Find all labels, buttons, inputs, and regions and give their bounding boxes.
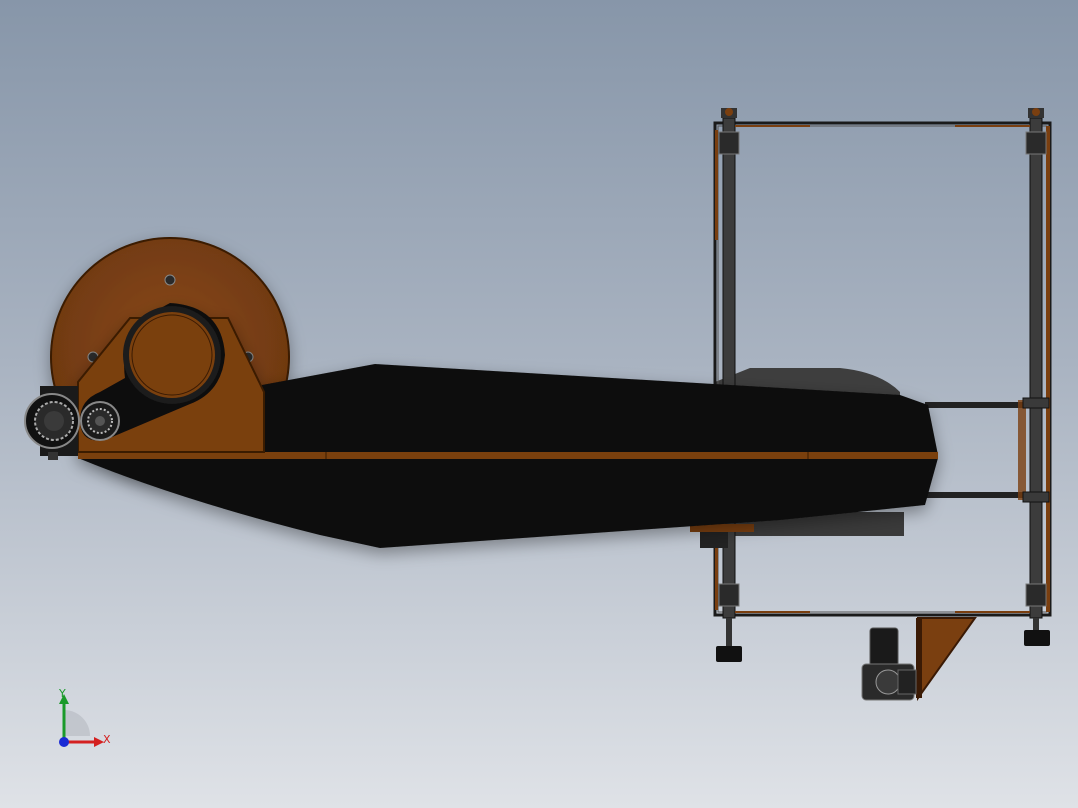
motor-icon[interactable] [861, 617, 977, 702]
boom-arm-icon[interactable] [77, 303, 938, 548]
graphics-viewport[interactable]: Y X [0, 0, 1078, 808]
x-axis-label: X [103, 733, 111, 746]
frame-icon[interactable] [690, 108, 1052, 662]
coordinate-triad-icon [59, 694, 104, 747]
y-axis-label: Y [59, 687, 66, 700]
cad-model[interactable] [0, 0, 1078, 808]
